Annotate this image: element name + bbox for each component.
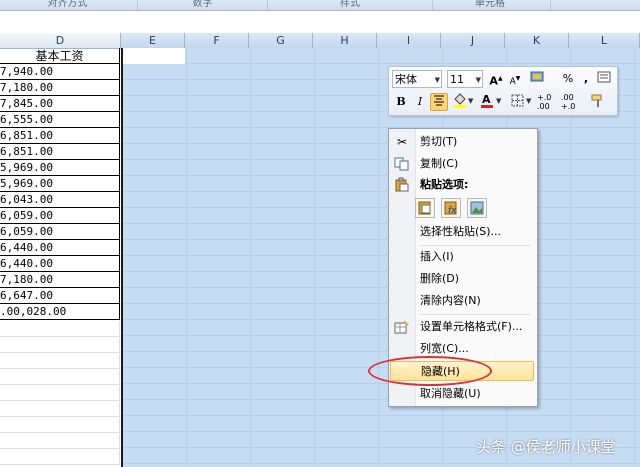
menu-item-insert-label: 插入(I)	[420, 250, 454, 263]
percent-style-button[interactable]: %	[559, 70, 577, 88]
cell-salary[interactable]: 6,059.00	[0, 208, 120, 224]
mini-toolbar: 宋体 ▼ 11 ▼ A▲ A▼ % , B I ▼ A ▼ ▼ +.0 .00 .…	[388, 66, 618, 116]
column-header-i[interactable]: I	[377, 33, 441, 48]
column-header-j[interactable]: J	[441, 33, 505, 48]
ribbon-group-cells: 单元格	[475, 0, 505, 9]
annotation-oval	[368, 356, 492, 386]
column-header-e[interactable]: E	[121, 33, 185, 48]
paste-option-formulas-icon[interactable]: fx	[441, 198, 461, 218]
active-cell[interactable]	[123, 48, 185, 64]
menu-item-format-cells-label: 设置单元格格式(F)...	[420, 320, 523, 333]
paste-option-paste-icon[interactable]	[415, 198, 435, 218]
ribbon-separator	[432, 0, 433, 10]
cell-salary[interactable]: 7,845.00	[0, 96, 120, 112]
column-header-g[interactable]: G	[249, 33, 313, 48]
cell-salary[interactable]: 6,851.00	[0, 128, 120, 144]
svg-text:▼: ▼	[526, 97, 532, 105]
menu-item-delete-label: 删除(D)	[420, 272, 460, 285]
format-painter-icon[interactable]	[589, 93, 607, 111]
grow-font-icon[interactable]: A▲	[487, 70, 505, 88]
menu-item-cut[interactable]: ✂ 剪切(T)	[389, 132, 535, 152]
empty-cells	[0, 321, 120, 467]
column-header-k[interactable]: K	[505, 33, 569, 48]
menu-item-clear-contents[interactable]: 清除内容(N)	[389, 291, 535, 311]
font-size-combo[interactable]: 11 ▼	[447, 70, 483, 88]
font-color-icon[interactable]: A ▼	[479, 93, 503, 111]
menu-item-format-cells[interactable]: 设置单元格格式(F)...	[389, 317, 535, 337]
fill-color-icon[interactable]: ▼	[451, 93, 475, 111]
font-size-value: 11	[450, 73, 464, 86]
chevron-down-icon: ▼	[434, 76, 440, 84]
comma-style-button[interactable]: ,	[577, 70, 595, 88]
svg-text:▼: ▼	[468, 97, 474, 105]
format-painter-small-icon[interactable]	[595, 70, 613, 88]
svg-text:fx: fx	[448, 206, 457, 216]
borders-icon[interactable]: ▼	[509, 93, 533, 111]
svg-text:▼: ▼	[496, 97, 502, 105]
column-header-h[interactable]: H	[313, 33, 377, 48]
toolbar-gap	[0, 11, 640, 34]
chevron-down-icon: ▼	[475, 76, 481, 84]
column-header-row: D E F G H I J K L	[0, 33, 640, 49]
menu-item-paste-options: 粘贴选项:	[389, 175, 535, 195]
copy-icon	[394, 156, 410, 172]
menu-item-insert[interactable]: 插入(I)	[389, 247, 535, 267]
ribbon-group-alignment: 对齐方式	[47, 0, 88, 9]
format-cells-icon	[394, 319, 410, 335]
cell-salary[interactable]: 6,647.00	[0, 288, 120, 304]
cell-salary[interactable]: 6,555.00	[0, 112, 120, 128]
cell-salary[interactable]: 5,969.00	[0, 176, 120, 192]
paste-option-picture-icon[interactable]	[467, 198, 487, 218]
increase-decimal-button[interactable]: +.0 .00	[537, 93, 561, 111]
menu-item-delete[interactable]: 删除(D)	[389, 269, 535, 289]
column-d-cells: 基本工资 7,940.00 7,180.00 7,845.00 6,555.00…	[0, 48, 120, 320]
cell-salary[interactable]: 6,059.00	[0, 224, 120, 240]
column-header-d[interactable]: D	[0, 33, 121, 48]
menu-item-unhide[interactable]: 取消隐藏(U)	[389, 384, 535, 404]
menu-separator	[419, 314, 531, 315]
cell-salary-total[interactable]: .00,028.00	[0, 304, 120, 320]
svg-text:A: A	[482, 93, 491, 106]
column-header-f[interactable]: F	[185, 33, 249, 48]
clipboard-icon	[394, 177, 410, 193]
ribbon-separator	[550, 0, 551, 10]
menu-item-cut-label: 剪切(T)	[420, 135, 458, 148]
align-center-icon[interactable]	[430, 93, 448, 111]
bold-button[interactable]: B	[392, 93, 410, 111]
decrease-decimal-button[interactable]: .00 +.0	[561, 93, 585, 111]
ribbon-group-number: 数字	[192, 0, 213, 9]
scissors-icon: ✂	[396, 135, 408, 149]
menu-item-copy-label: 复制(C)	[420, 157, 459, 170]
cell-salary[interactable]: 6,440.00	[0, 240, 120, 256]
cell-salary[interactable]: 6,440.00	[0, 256, 120, 272]
menu-item-clear-contents-label: 清除内容(N)	[420, 294, 481, 307]
ribbon-separator	[137, 0, 138, 10]
menu-item-paste-special-label: 选择性粘贴(S)...	[420, 225, 502, 238]
shrink-font-icon[interactable]: A▼	[506, 70, 524, 88]
cell-salary[interactable]: 5,969.00	[0, 160, 120, 176]
font-name-value: 宋体	[395, 73, 417, 86]
menu-item-copy[interactable]: 复制(C)	[389, 154, 535, 174]
ribbon-separator	[267, 0, 268, 10]
cell-salary[interactable]: 7,180.00	[0, 272, 120, 288]
cell-salary[interactable]: 6,043.00	[0, 192, 120, 208]
menu-item-paste-options-label: 粘贴选项:	[420, 178, 469, 191]
column-header-l[interactable]: L	[569, 33, 640, 48]
menu-item-unhide-label: 取消隐藏(U)	[420, 387, 481, 400]
menu-separator	[419, 245, 531, 246]
cell-header-salary[interactable]: 基本工资	[0, 48, 120, 64]
ribbon-group-labels: 对齐方式 数字 样式 单元格	[0, 0, 640, 11]
font-name-combo[interactable]: 宋体 ▼	[392, 70, 442, 88]
italic-button[interactable]: I	[411, 93, 429, 111]
accounting-format-icon[interactable]	[527, 70, 549, 88]
cell-salary[interactable]: 6,851.00	[0, 144, 120, 160]
menu-item-paste-special[interactable]: 选择性粘贴(S)...	[389, 222, 535, 242]
cell-salary[interactable]: 7,940.00	[0, 64, 120, 80]
watermark: 头条 @侯老师小课堂	[476, 438, 616, 456]
ribbon-group-styles: 样式	[340, 0, 360, 9]
cell-salary[interactable]: 7,180.00	[0, 80, 120, 96]
